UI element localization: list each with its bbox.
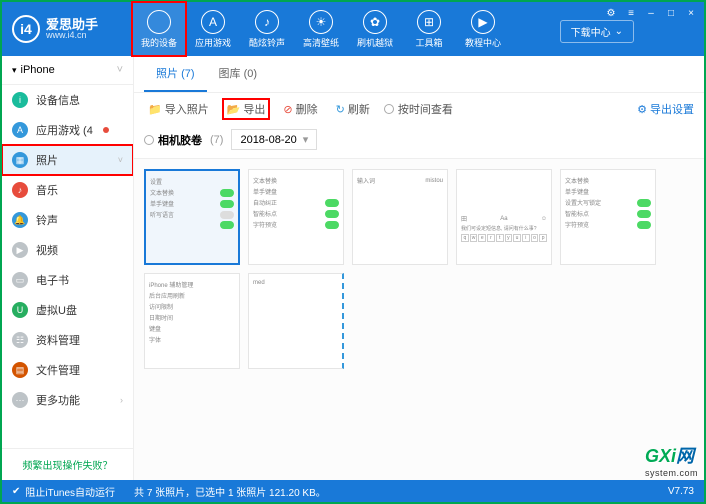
refresh-icon: ↻ <box>336 103 345 116</box>
sidebar-item-4[interactable]: 🔔 铃声 <box>2 205 133 235</box>
filter-row: 相机胶卷 (7) 2018-08-20 ▾ <box>134 125 704 159</box>
itunes-block[interactable]: 阻止iTunes自动运行 <box>25 484 115 499</box>
play-icon: ▶ <box>471 10 495 34</box>
device-selector[interactable]: ▾iPhone ˅ <box>2 56 133 85</box>
top-nav: 我的设备 A 应用游戏 ♪ 酷炫铃声 ☀ 高清壁纸 ✿ 刷机越狱 ⊞ 工具箱 <box>132 2 510 56</box>
status-info: 共 7 张照片，已选中 1 张照片 121.20 KB。 <box>134 484 326 499</box>
side-icon: ☷ <box>12 332 28 348</box>
sidebar-item-1[interactable]: A 应用游戏 (4 <box>2 115 133 145</box>
minimize-button[interactable]: – <box>644 6 658 20</box>
sidebar-item-8[interactable]: ☷ 资料管理 <box>2 325 133 355</box>
settings-icon[interactable]: ⚙ <box>604 6 618 20</box>
apple-icon <box>147 10 171 34</box>
gear-icon: ✿ <box>363 10 387 34</box>
side-icon: ⋯ <box>12 392 28 408</box>
sidebar-item-3[interactable]: ♪ 音乐 <box>2 175 133 205</box>
close-button[interactable]: × <box>684 6 698 20</box>
download-center-button[interactable]: 下载中心⌄ <box>560 20 634 43</box>
sidebar-item-6[interactable]: ▭ 电子书 <box>2 265 133 295</box>
sidebar-item-10[interactable]: ⋯ 更多功能 › <box>2 385 133 415</box>
radio-icon <box>144 135 154 145</box>
side-icon: ▤ <box>12 362 28 378</box>
tab-gallery[interactable]: 图库 (0) <box>207 56 270 92</box>
logo: i4 爱思助手 www.i4.cn <box>2 15 132 43</box>
bell-icon: ♪ <box>255 10 279 34</box>
toolbar: 📁 导入照片 📂 导出 ⊘ 删除 ↻ 刷新 按时间查看 <box>134 93 704 125</box>
version-label: V7.73 <box>668 486 694 497</box>
delete-icon: ⊘ <box>283 103 292 116</box>
nav-toolbox[interactable]: ⊞ 工具箱 <box>402 2 456 56</box>
delete-button[interactable]: ⊘ 删除 <box>279 99 321 119</box>
main-panel: 照片 (7) 图库 (0) 📁 导入照片 📂 导出 ⊘ 删除 <box>134 56 704 480</box>
chevron-down-icon: ˅ <box>117 64 123 76</box>
nav-flash[interactable]: ✿ 刷机越狱 <box>348 2 402 56</box>
side-icon: ♪ <box>12 182 28 198</box>
nav-my-device[interactable]: 我的设备 <box>132 2 186 56</box>
sidebar: ▾iPhone ˅ i 设备信息 A 应用游戏 (4 ▦ 照片 ˅♪ 音乐 🔔 … <box>2 56 134 480</box>
toolbox-icon: ⊞ <box>417 10 441 34</box>
window-controls: ⚙ ≡ – □ × <box>604 6 698 20</box>
side-icon: A <box>12 122 28 138</box>
sidebar-item-5[interactable]: ▶ 视频 <box>2 235 133 265</box>
phone-icon: ▾ <box>12 65 17 76</box>
side-icon: U <box>12 302 28 318</box>
sidebar-item-0[interactable]: i 设备信息 <box>2 85 133 115</box>
refresh-button[interactable]: ↻ 刷新 <box>332 99 374 119</box>
album-radio[interactable]: 相机胶卷 <box>144 132 202 148</box>
side-icon: i <box>12 92 28 108</box>
thumb-6[interactable]: iPhone 辅助管理 后台应用刷新 访问限制 日期时间 键盘 字体 <box>144 273 240 369</box>
menu-icon[interactable]: ≡ <box>624 6 638 20</box>
app-header: i4 爱思助手 www.i4.cn 我的设备 A 应用游戏 ♪ 酷炫铃声 ☀ 高… <box>2 2 704 56</box>
appstore-icon: A <box>201 10 225 34</box>
tab-photos[interactable]: 照片 (7) <box>144 56 207 92</box>
radio-icon <box>384 104 394 114</box>
folder-down-icon: 📁 <box>148 103 162 116</box>
side-icon: ▭ <box>12 272 28 288</box>
side-icon: ▶ <box>12 242 28 258</box>
thumb-7[interactable]: med <box>248 273 344 369</box>
export-button[interactable]: 📂 导出 <box>223 99 270 119</box>
check-icon: ✔ <box>12 486 20 497</box>
chevron-down-icon: ▾ <box>303 133 309 146</box>
export-settings-button[interactable]: ⚙ 导出设置 <box>637 101 694 117</box>
thumb-5[interactable]: 文本替换 单手键盘 设置大写锁定 智能标点 字符预览 <box>560 169 656 265</box>
sidebar-item-7[interactable]: U 虚拟U盘 <box>2 295 133 325</box>
folder-up-icon: 📂 <box>227 103 241 116</box>
chevron-icon: › <box>120 395 123 405</box>
date-dropdown[interactable]: 2018-08-20 ▾ <box>231 129 317 150</box>
tabs: 照片 (7) 图库 (0) <box>134 56 704 93</box>
maximize-button[interactable]: □ <box>664 6 678 20</box>
gear-icon: ⚙ <box>637 103 647 116</box>
side-icon: 🔔 <box>12 212 28 228</box>
import-button[interactable]: 📁 导入照片 <box>144 99 213 119</box>
statusbar: ✔ 阻止iTunes自动运行 共 7 张照片，已选中 1 张照片 121.20 … <box>2 480 704 502</box>
sidebar-faq[interactable]: 频繁出现操作失败？ <box>2 448 133 480</box>
side-icon: ▦ <box>12 152 28 168</box>
app-url: www.i4.cn <box>46 31 98 40</box>
chevron-icon: ˅ <box>118 155 123 165</box>
timesearch-radio[interactable]: 按时间查看 <box>384 101 453 117</box>
nav-wallpaper[interactable]: ☀ 高清壁纸 <box>294 2 348 56</box>
nav-tutorial[interactable]: ▶ 教程中心 <box>456 2 510 56</box>
logo-icon: i4 <box>12 15 40 43</box>
album-count: (7) <box>210 134 223 146</box>
thumb-2[interactable]: 文本替换 单手键盘 自动纠正 智能标点 字符预览 <box>248 169 344 265</box>
photo-gallery: 设置 文本替换 单手键盘 听写语言 文本替换 单手键盘 自动纠正 智能标点 字符… <box>134 159 704 480</box>
sidebar-item-2[interactable]: ▦ 照片 ˅ <box>2 145 133 175</box>
nav-apps[interactable]: A 应用游戏 <box>186 2 240 56</box>
nav-ringtones[interactable]: ♪ 酷炫铃声 <box>240 2 294 56</box>
thumb-3[interactable]: 输入词mistou <box>352 169 448 265</box>
badge-icon <box>103 127 109 133</box>
sidebar-item-9[interactable]: ▤ 文件管理 <box>2 355 133 385</box>
sun-icon: ☀ <box>309 10 333 34</box>
thumb-1[interactable]: 设置 文本替换 单手键盘 听写语言 <box>144 169 240 265</box>
thumb-4[interactable]: 田 Aa ☺ 我们可设定短信息, 请问有什么事? qwertyuiop <box>456 169 552 265</box>
